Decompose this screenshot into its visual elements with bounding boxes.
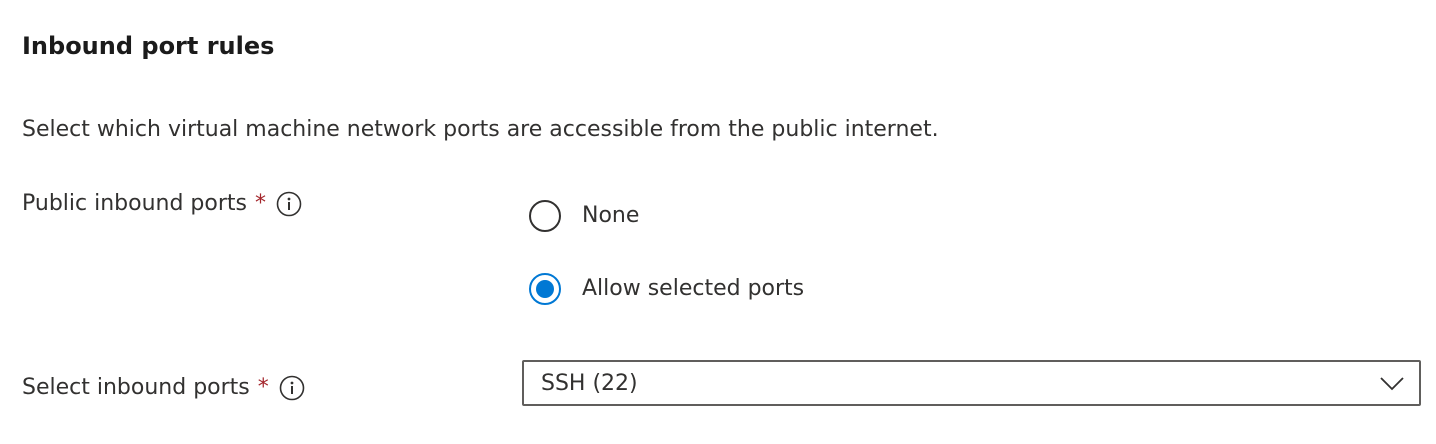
info-icon[interactable] [279, 375, 305, 401]
chevron-down-icon[interactable] [1379, 375, 1405, 391]
radio-allow-label: Allow selected ports [582, 276, 805, 301]
info-icon[interactable] [276, 191, 302, 217]
public-inbound-ports-label: Public inbound ports [22, 191, 247, 216]
select-inbound-ports-label-row: Select inbound ports * [22, 372, 305, 404]
radio-none-circle[interactable] [529, 200, 561, 232]
radio-selected-dot [536, 280, 554, 298]
radio-none-label: None [582, 203, 640, 228]
section-title: Inbound port rules [22, 32, 275, 60]
required-marker: * [254, 191, 266, 216]
radio-allow-circle[interactable] [529, 273, 561, 305]
select-inbound-ports-label: Select inbound ports [22, 375, 250, 400]
public-inbound-ports-label-row: Public inbound ports * [22, 188, 302, 220]
required-marker: * [257, 375, 269, 400]
dropdown-selected-value: SSH (22) [541, 370, 638, 396]
inbound-ports-dropdown[interactable]: SSH (22) [522, 360, 1421, 406]
radio-option-none[interactable]: None [529, 200, 639, 232]
radio-option-allow-selected-ports[interactable]: Allow selected ports [529, 273, 804, 305]
section-description: Select which virtual machine network por… [22, 117, 939, 142]
